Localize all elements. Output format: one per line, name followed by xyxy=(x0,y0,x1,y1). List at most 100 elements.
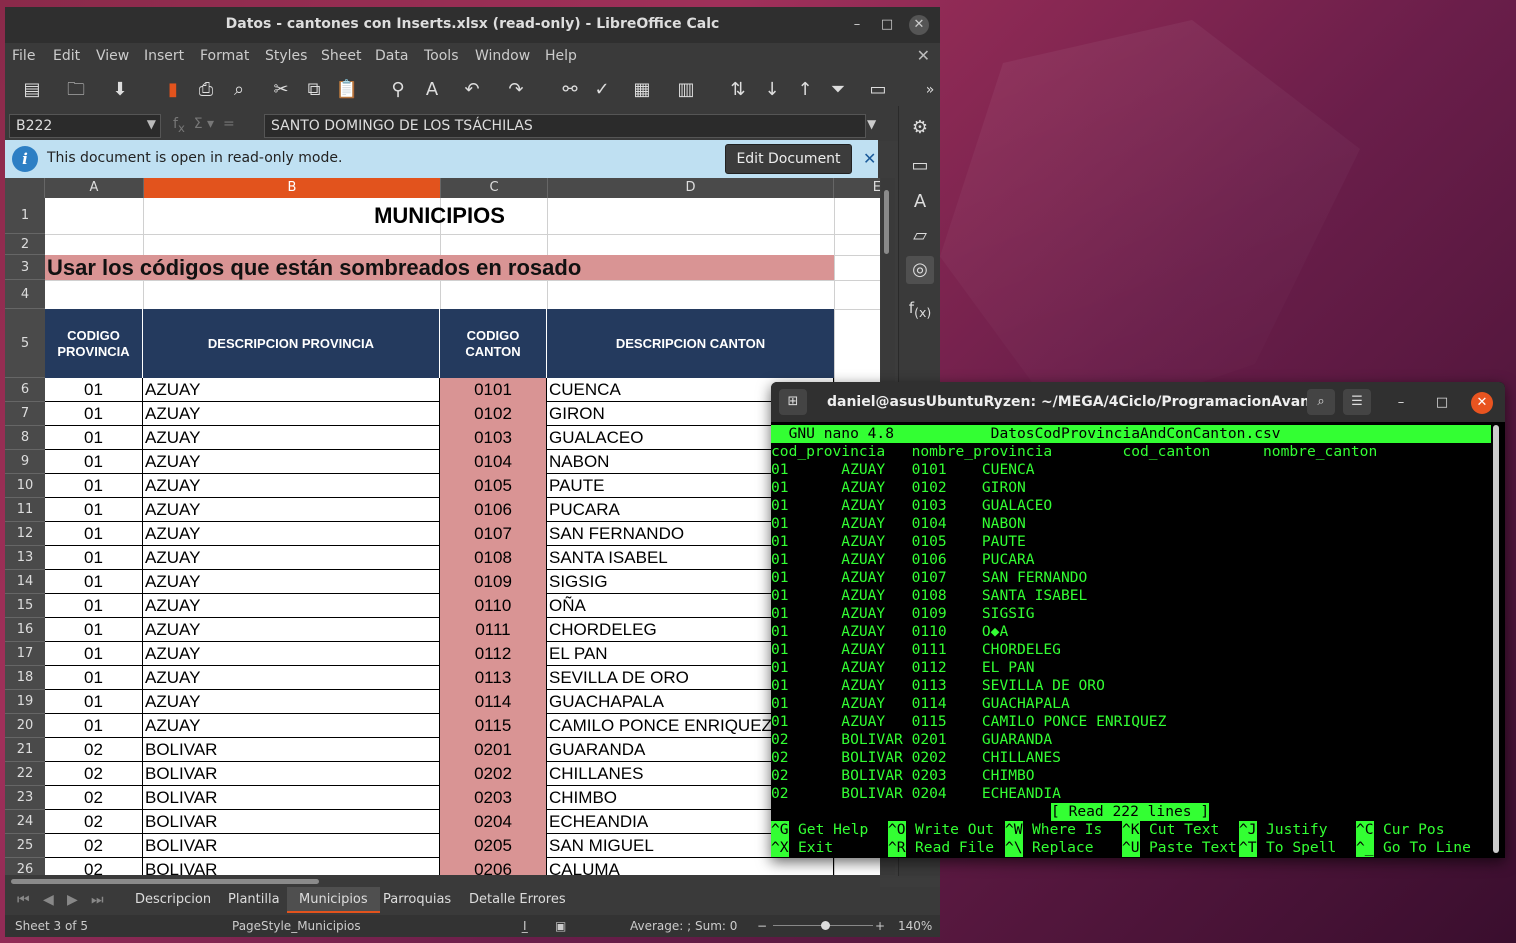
cell-descripcion-provincia[interactable]: BOLIVAR xyxy=(143,858,440,875)
cell-codigo-canton[interactable]: 0202 xyxy=(440,762,547,786)
edit-document-button[interactable]: Edit Document xyxy=(725,144,852,174)
nano-shortcut-key[interactable]: ^J xyxy=(1239,821,1257,839)
column-icon[interactable]: ▥ xyxy=(673,77,699,103)
formula-input[interactable]: SANTO DOMINGO DE LOS TSÁCHILAS xyxy=(264,114,866,138)
cell-codigo-canton[interactable]: 0205 xyxy=(440,834,547,858)
nano-shortcut-label[interactable]: Where Is xyxy=(1032,821,1102,839)
spreadsheet-grid[interactable]: A B C D E 1 2 3 4 5 6 7 8 9 10 11 12 13 14 15 16 17 18 19 2… xyxy=(5,178,880,875)
image-icon[interactable]: ▭ xyxy=(865,77,891,103)
nano-shortcut-label[interactable]: Paste Text xyxy=(1149,839,1237,857)
clone-formatting-icon[interactable]: ⚲ xyxy=(385,77,411,103)
nano-shortcut-key[interactable]: ^_ xyxy=(1356,839,1374,857)
minimize-icon[interactable]: – xyxy=(1391,393,1411,413)
nano-shortcut-key[interactable]: ^R xyxy=(888,839,906,857)
cell-descripcion-provincia[interactable]: AZUAY xyxy=(143,474,440,498)
nano-shortcut-key[interactable]: ^X xyxy=(771,839,789,857)
row-header[interactable]: 23 xyxy=(5,786,45,810)
spelling-icon[interactable]: ✓ xyxy=(589,77,615,103)
nano-shortcut-label[interactable]: Replace xyxy=(1032,839,1094,857)
cell-codigo-provincia[interactable]: 02 xyxy=(45,858,143,875)
nano-shortcut-label[interactable]: Justify xyxy=(1266,821,1328,839)
row-header[interactable]: 24 xyxy=(5,810,45,834)
cut-icon[interactable]: ✂ xyxy=(268,77,294,103)
row-header[interactable]: 10 xyxy=(5,474,45,498)
paste-icon[interactable]: 📋 xyxy=(334,77,360,103)
row-header[interactable]: 25 xyxy=(5,834,45,858)
export-pdf-icon[interactable]: ▮ xyxy=(160,77,186,103)
nano-shortcut-key[interactable]: ^O xyxy=(888,821,906,839)
more-options-icon[interactable]: » xyxy=(917,77,943,103)
save-icon[interactable]: ⬇ xyxy=(107,77,133,103)
row-header[interactable]: 1 xyxy=(5,198,45,234)
maximize-icon[interactable]: □ xyxy=(1432,393,1452,413)
cell-codigo-provincia[interactable]: 01 xyxy=(45,618,143,642)
infobar-close-icon[interactable]: ✕ xyxy=(863,149,876,168)
menu-help[interactable]: Help xyxy=(545,48,577,64)
sidebar-gallery-icon[interactable]: ▱ xyxy=(906,222,934,250)
tab-parroquias[interactable]: Parroquias xyxy=(371,887,463,913)
cell-descripcion-canton[interactable]: CALUMA xyxy=(547,858,834,875)
cell-codigo-provincia[interactable]: 01 xyxy=(45,522,143,546)
row-header[interactable]: 11 xyxy=(5,498,45,522)
sidebar-properties-icon[interactable]: ▭ xyxy=(906,152,934,180)
autofilter-icon[interactable]: ⏷ xyxy=(825,77,851,103)
cell-codigo-provincia[interactable]: 01 xyxy=(45,426,143,450)
menu-styles[interactable]: Styles xyxy=(265,48,307,64)
sort-ascending-icon[interactable]: ↓ xyxy=(759,77,785,103)
cell-codigo-canton[interactable]: 0113 xyxy=(440,666,547,690)
cell-codigo-provincia[interactable]: 01 xyxy=(45,474,143,498)
nano-shortcut-label[interactable]: Read File xyxy=(915,839,994,857)
cell-descripcion-provincia[interactable]: AZUAY xyxy=(143,594,440,618)
cell-codigo-canton[interactable]: 0105 xyxy=(440,474,547,498)
menu-sheet[interactable]: Sheet xyxy=(321,48,361,64)
row-header[interactable]: 13 xyxy=(5,546,45,570)
cell-codigo-canton[interactable]: 0206 xyxy=(440,858,547,875)
cell-descripcion-provincia[interactable]: AZUAY xyxy=(143,546,440,570)
cell-codigo-canton[interactable]: 0104 xyxy=(440,450,547,474)
cell-descripcion-provincia[interactable]: AZUAY xyxy=(143,426,440,450)
cell-descripcion-provincia[interactable]: AZUAY xyxy=(143,570,440,594)
cell-codigo-canton[interactable]: 0101 xyxy=(440,378,547,402)
cell-descripcion-provincia[interactable]: BOLIVAR xyxy=(143,762,440,786)
row-header[interactable]: 20 xyxy=(5,714,45,738)
nano-shortcut-key[interactable]: ^\ xyxy=(1005,839,1023,857)
cell-codigo-provincia[interactable]: 01 xyxy=(45,498,143,522)
cell-codigo-canton[interactable]: 0109 xyxy=(440,570,547,594)
cell-codigo-provincia[interactable]: 02 xyxy=(45,810,143,834)
cell-codigo-provincia[interactable]: 01 xyxy=(45,546,143,570)
sidebar-settings-icon[interactable]: ⚙ xyxy=(906,114,934,142)
row-header[interactable]: 8 xyxy=(5,426,45,450)
undo-icon[interactable]: ↶ xyxy=(459,77,485,103)
cell-codigo-canton[interactable]: 0112 xyxy=(440,642,547,666)
nano-editor[interactable]: GNU nano 4.8 DatosCodProvinciaAndConCant… xyxy=(771,425,1505,858)
cell-codigo-canton[interactable]: 0201 xyxy=(440,738,547,762)
nano-shortcut-key[interactable]: ^C xyxy=(1356,821,1374,839)
sidebar-styles-icon[interactable]: A xyxy=(906,188,934,216)
menu-edit[interactable]: Edit xyxy=(53,48,80,64)
search-icon[interactable]: ⌕ xyxy=(1307,389,1335,415)
cell-codigo-provincia[interactable]: 02 xyxy=(45,762,143,786)
nano-shortcut-label[interactable]: Write Out xyxy=(915,821,994,839)
row-header[interactable]: 16 xyxy=(5,618,45,642)
row-header[interactable]: 5 xyxy=(5,309,45,378)
cell-codigo-provincia[interactable]: 02 xyxy=(45,834,143,858)
row-header[interactable]: 6 xyxy=(5,378,45,402)
minimize-icon[interactable]: – xyxy=(847,15,867,35)
column-header-c[interactable]: C xyxy=(441,178,548,198)
nano-shortcut-label[interactable]: Get Help xyxy=(798,821,868,839)
column-header-e[interactable]: E xyxy=(834,178,880,198)
row-icon[interactable]: ▦ xyxy=(629,77,655,103)
terminal-close-icon[interactable]: ✕ xyxy=(1471,392,1493,414)
row-header[interactable]: 9 xyxy=(5,450,45,474)
cell-descripcion-provincia[interactable]: BOLIVAR xyxy=(143,786,440,810)
sidebar-navigator-icon[interactable]: ◎ xyxy=(906,256,934,284)
nano-shortcut-label[interactable]: Cur Pos xyxy=(1383,821,1445,839)
cell-codigo-canton[interactable]: 0108 xyxy=(440,546,547,570)
menu-file[interactable]: File xyxy=(12,48,35,64)
cell-codigo-canton[interactable]: 0110 xyxy=(440,594,547,618)
hamburger-menu-icon[interactable]: ☰ xyxy=(1343,389,1371,415)
tab-descripcion[interactable]: Descripcion xyxy=(123,887,223,913)
print-preview-icon[interactable]: ⌕ xyxy=(226,77,252,103)
cell-descripcion-provincia[interactable]: AZUAY xyxy=(143,690,440,714)
tab-plantilla[interactable]: Plantilla xyxy=(216,887,292,913)
